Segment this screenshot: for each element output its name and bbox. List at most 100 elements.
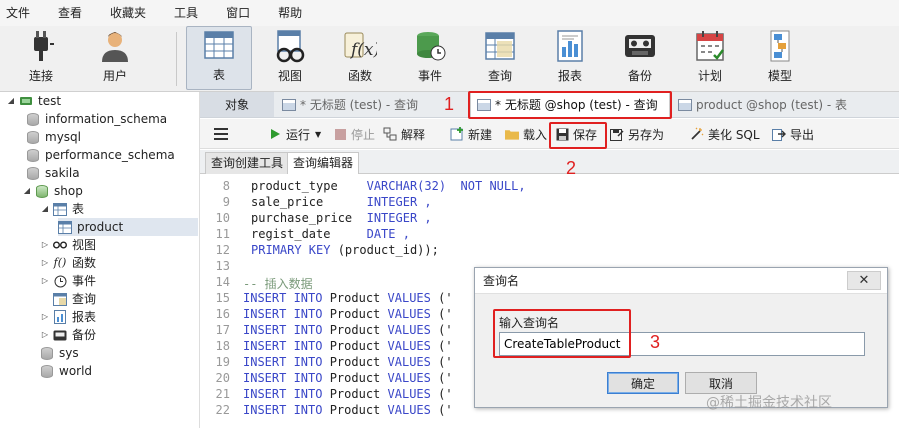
- tree-label: 视图: [72, 238, 97, 252]
- expand-arrow-icon[interactable]: ▷: [40, 326, 50, 344]
- svg-text:f(x): f(x): [349, 40, 377, 60]
- code-line: INSERT INTO Product VALUES (': [243, 403, 453, 417]
- annotation-number: 1: [444, 94, 455, 114]
- expand-arrow-icon[interactable]: ▷: [40, 308, 50, 326]
- model-label: 模型: [767, 69, 792, 83]
- menu-file[interactable]: 文件: [0, 0, 40, 26]
- ok-button[interactable]: 确定: [607, 372, 679, 394]
- tree-folder-tables[interactable]: ◢ 表: [40, 200, 84, 218]
- expand-arrow-icon[interactable]: ▷: [40, 236, 50, 254]
- tab-untitled-test-query[interactable]: * 无标题 (test) - 查询: [276, 92, 424, 117]
- run-button[interactable]: 运行 ▼: [268, 124, 321, 144]
- view-label: 视图: [277, 69, 302, 83]
- query-icon: [282, 98, 296, 111]
- dropdown-arrow-icon[interactable]: ▼: [315, 130, 321, 139]
- tree-table-product[interactable]: product: [58, 218, 198, 236]
- line-number: 15: [215, 291, 230, 305]
- query-icon: [483, 29, 517, 63]
- line-number: 21: [215, 387, 230, 401]
- tree-db-world[interactable]: world: [40, 362, 92, 380]
- line-number: 10: [215, 211, 230, 225]
- play-icon: [268, 127, 282, 141]
- explain-button[interactable]: 解释: [383, 124, 425, 144]
- tree-folder-backups[interactable]: ▷ 备份: [40, 326, 96, 344]
- model-icon: [763, 29, 797, 63]
- function-button[interactable]: f(x) 函数: [327, 26, 393, 90]
- tree-label: sakila: [45, 166, 80, 180]
- tab-objects[interactable]: 对象: [200, 92, 274, 117]
- collapse-arrow-icon[interactable]: ◢: [6, 92, 16, 110]
- close-icon[interactable]: ✕: [847, 271, 881, 290]
- code-line: sale_price INTEGER ,: [251, 195, 432, 209]
- tree-db-information-schema[interactable]: information_schema: [26, 110, 167, 128]
- connect-button[interactable]: 连接: [8, 26, 74, 90]
- tab-query-builder[interactable]: 查询创建工具: [205, 152, 290, 174]
- view-button[interactable]: 视图: [257, 26, 323, 90]
- menu-favorites[interactable]: 收藏夹: [100, 0, 156, 26]
- code-line: INSERT INTO Product VALUES (': [243, 387, 453, 401]
- menu-bar: 文件 查看 收藏夹 工具 窗口 帮助: [0, 0, 899, 26]
- menu-view[interactable]: 查看: [48, 0, 92, 26]
- export-icon: [772, 127, 786, 141]
- menu-hamburger-icon[interactable]: [214, 124, 228, 144]
- tree-db-shop[interactable]: ◢ shop: [22, 182, 83, 200]
- tree-connection-test[interactable]: ◢ test: [6, 92, 61, 110]
- database-icon: [26, 130, 40, 144]
- tree-folder-functions[interactable]: ▷ f() 函数: [40, 254, 96, 272]
- tree-folder-queries[interactable]: 查询: [53, 290, 96, 308]
- export-label: 导出: [790, 127, 815, 142]
- export-button[interactable]: 导出: [772, 124, 814, 144]
- load-button[interactable]: 载入: [505, 124, 547, 144]
- tree-db-sys[interactable]: sys: [40, 344, 79, 362]
- tab-product-table[interactable]: product @shop (test) - 表: [672, 92, 853, 117]
- function-label: 函数: [347, 69, 372, 83]
- collapse-arrow-icon[interactable]: ◢: [22, 182, 32, 200]
- menu-window[interactable]: 窗口: [216, 0, 260, 26]
- event-button[interactable]: 事件: [397, 26, 463, 90]
- tree-folder-events[interactable]: ▷ 事件: [40, 272, 96, 290]
- user-label: 用户: [102, 69, 127, 83]
- beautify-sql-button[interactable]: 美化 SQL: [690, 124, 760, 144]
- menu-help[interactable]: 帮助: [268, 0, 312, 26]
- tree-label: performance_schema: [45, 148, 175, 162]
- user-button[interactable]: 用户: [82, 26, 148, 90]
- tree-db-mysql[interactable]: mysql: [26, 128, 81, 146]
- table-button[interactable]: 表: [186, 26, 252, 90]
- stop-button[interactable]: 停止: [333, 124, 375, 144]
- model-button[interactable]: 模型: [747, 26, 813, 90]
- database-icon: [26, 166, 40, 180]
- schedule-label: 计划: [697, 69, 722, 83]
- line-number: 9: [222, 195, 230, 209]
- backup-button[interactable]: 备份: [607, 26, 673, 90]
- report-button[interactable]: 报表: [537, 26, 603, 90]
- cancel-button[interactable]: 取消: [685, 372, 757, 394]
- tree-label: mysql: [45, 130, 81, 144]
- line-number: 11: [215, 227, 230, 241]
- editor-subtabs: 查询创建工具 查询编辑器: [200, 150, 899, 174]
- save-as-button[interactable]: 另存为: [610, 124, 664, 144]
- highlight-box-input: [493, 309, 631, 358]
- table-icon: [53, 202, 67, 216]
- collapse-arrow-icon[interactable]: ◢: [40, 200, 50, 218]
- menu-tools[interactable]: 工具: [164, 0, 208, 26]
- event-icon: [413, 29, 447, 63]
- new-button[interactable]: 新建: [450, 124, 492, 144]
- line-number: 19: [215, 355, 230, 369]
- query-button[interactable]: 查询: [467, 26, 533, 90]
- event-label: 事件: [417, 69, 442, 83]
- tree-folder-reports[interactable]: ▷ 报表: [40, 308, 96, 326]
- code-line: product_type VARCHAR(32) NOT NULL,: [251, 179, 526, 193]
- database-icon: [26, 148, 40, 162]
- tab-query-editor[interactable]: 查询编辑器: [287, 152, 360, 174]
- tree-folder-views[interactable]: ▷ 视图: [40, 236, 96, 254]
- tree-label: world: [59, 364, 93, 378]
- expand-arrow-icon[interactable]: ▷: [40, 272, 50, 290]
- folder-icon: [505, 127, 519, 141]
- calendar-icon: [693, 29, 727, 63]
- watermark: @稀土掘金技术社区: [706, 395, 832, 411]
- code-line: purchase_price INTEGER ,: [251, 211, 432, 225]
- schedule-button[interactable]: 计划: [677, 26, 743, 90]
- expand-arrow-icon[interactable]: ▷: [40, 254, 50, 272]
- tree-db-sakila[interactable]: sakila: [26, 164, 80, 182]
- tree-db-performance-schema[interactable]: performance_schema: [26, 146, 175, 164]
